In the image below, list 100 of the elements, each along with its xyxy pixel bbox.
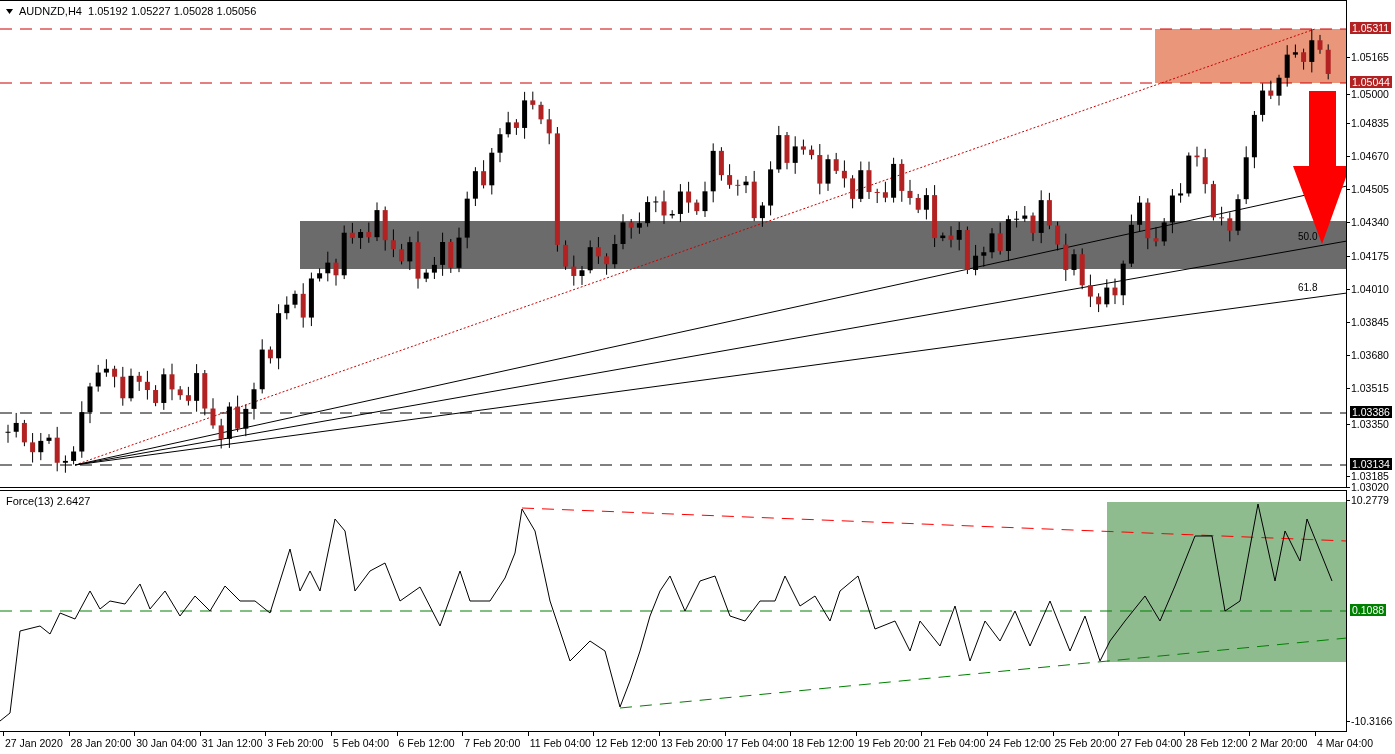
candlestick xyxy=(858,161,864,203)
candlestick xyxy=(563,239,569,271)
price-tick-label: 1.04505 xyxy=(1351,183,1389,196)
price-tick-label: 1.03350 xyxy=(1351,418,1389,430)
candlestick xyxy=(128,368,134,402)
candlestick xyxy=(341,225,347,280)
candlestick xyxy=(932,184,938,248)
candlestick xyxy=(5,424,11,444)
time-tick-label: 19 Feb 20:00 xyxy=(857,737,920,749)
candlestick xyxy=(604,252,610,276)
candlestick xyxy=(776,125,782,174)
candlestick xyxy=(1063,233,1069,282)
candlestick xyxy=(899,158,905,203)
price-level-tag: 1.05311 xyxy=(1350,22,1392,34)
candlestick xyxy=(95,364,101,393)
candlestick xyxy=(1071,248,1077,276)
candlestick xyxy=(1243,145,1249,205)
candlestick xyxy=(267,345,273,364)
candlestick xyxy=(103,358,109,378)
candlestick xyxy=(1161,217,1167,247)
candlestick xyxy=(226,401,232,449)
candlestick xyxy=(686,181,692,214)
price-tick-label: 1.04835 xyxy=(1351,117,1389,130)
candlestick xyxy=(1178,182,1184,204)
time-tick-label: 25 Feb 20:00 xyxy=(1054,737,1117,749)
candlestick xyxy=(710,142,716,203)
time-tick-label: 3 Feb 20:00 xyxy=(267,737,324,749)
candlestick xyxy=(997,222,1003,256)
dropdown-triangle-icon[interactable] xyxy=(6,8,13,14)
candlestick xyxy=(1317,34,1323,55)
candlestick xyxy=(415,230,421,290)
candlestick xyxy=(677,183,683,223)
candlestick xyxy=(973,244,979,276)
time-tick-label: 21 Feb 04:00 xyxy=(923,737,986,749)
candlestick xyxy=(79,400,85,459)
candlestick xyxy=(1235,193,1241,236)
candlestick xyxy=(185,386,191,407)
candlestick xyxy=(587,239,593,274)
candlestick xyxy=(809,145,815,160)
candlestick xyxy=(1202,148,1208,194)
time-tick-label: 30 Jan 04:00 xyxy=(136,737,197,749)
candlestick xyxy=(751,170,757,222)
candlestick xyxy=(694,199,700,216)
candlestick xyxy=(784,131,790,170)
price-tick-label: 1.04670 xyxy=(1351,150,1389,163)
candlestick xyxy=(735,179,741,197)
candlestick xyxy=(1268,80,1274,100)
candlestick xyxy=(1005,215,1011,262)
candlestick xyxy=(71,445,77,465)
candlestick xyxy=(13,412,19,438)
candlestick xyxy=(210,397,216,430)
candlestick xyxy=(1251,110,1257,169)
price-tick-label: 1.04175 xyxy=(1351,249,1389,262)
time-tick-label: 31 Jan 12:00 xyxy=(201,737,263,749)
time-tick-label: 11 Feb 04:00 xyxy=(529,737,591,749)
candlestick xyxy=(661,190,667,225)
candlestick xyxy=(636,211,642,235)
candlestick xyxy=(850,174,856,209)
price-level-tag: 1.03134 xyxy=(1350,458,1392,470)
candlestick xyxy=(407,236,413,271)
fan-level-label: 61.8 xyxy=(1298,282,1318,293)
candlestick xyxy=(54,426,60,472)
candlestick xyxy=(1112,278,1118,305)
candlestick xyxy=(612,234,618,269)
candlestick xyxy=(1038,189,1044,244)
candlestick xyxy=(891,157,897,204)
candlestick xyxy=(1309,28,1315,73)
candlestick xyxy=(1284,44,1290,88)
candlestick xyxy=(1055,221,1061,252)
candlestick xyxy=(358,228,364,250)
price-tick-label: 1.03515 xyxy=(1351,381,1389,394)
candlestick xyxy=(866,161,872,200)
candlestick xyxy=(292,290,298,309)
time-tick-label: 24 Feb 12:00 xyxy=(989,737,1051,749)
time-tick-label: 7 Feb 20:00 xyxy=(464,737,521,749)
candlestick xyxy=(923,187,929,220)
candlestick xyxy=(1325,43,1331,80)
indicator-level-tag: 0.1088 xyxy=(1350,604,1387,616)
candlestick xyxy=(841,159,847,189)
candlestick xyxy=(30,432,36,464)
candlestick xyxy=(718,146,724,182)
candlestick xyxy=(235,395,241,433)
candlestick xyxy=(989,227,995,259)
candlestick xyxy=(300,282,306,329)
candlestick xyxy=(522,91,528,140)
candlestick xyxy=(759,201,765,228)
candlestick xyxy=(546,108,552,145)
candlestick xyxy=(456,227,462,273)
time-tick-label: 13 Feb 20:00 xyxy=(661,737,723,749)
candlestick xyxy=(768,160,774,216)
candlestick xyxy=(1153,226,1159,247)
candlestick xyxy=(169,363,175,401)
candlestick xyxy=(579,265,585,286)
candlestick xyxy=(136,371,142,392)
candlestick xyxy=(1087,274,1093,308)
candlestick xyxy=(243,404,249,437)
time-tick-label: 4 Mar 04:00 xyxy=(1317,737,1374,749)
candlestick xyxy=(1145,197,1151,250)
candlestick xyxy=(317,267,323,282)
candlestick xyxy=(940,232,946,242)
